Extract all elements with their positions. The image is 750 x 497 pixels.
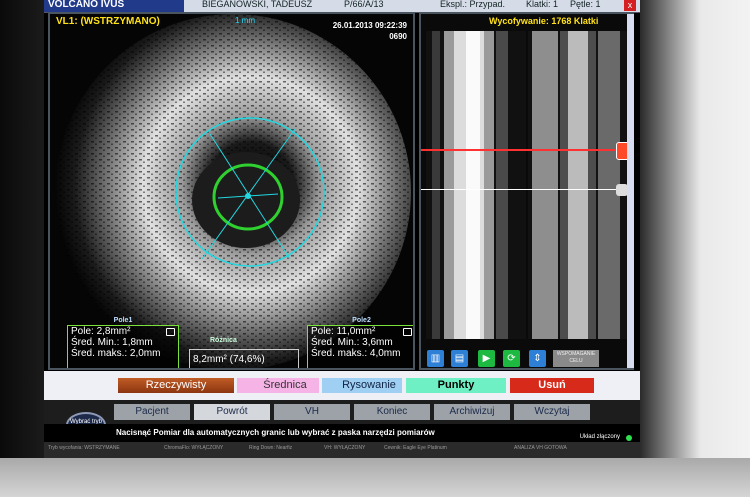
connection-status: Układ złączony (579, 434, 620, 440)
difference-header: Różnica (210, 337, 237, 344)
tab-wczytaj[interactable]: Wczytaj (514, 404, 590, 420)
message-bar: Nacisnąć Pomiar dla automatycznych grani… (44, 424, 640, 442)
pullback-frames-label: Wycofywanie: 1768 Klatki (489, 16, 599, 26)
pullback-position-line[interactable] (421, 149, 621, 151)
brand-logo: VOLCANO IVUS (44, 0, 184, 12)
pole1-max-diameter: Śred. maks.: 2,0mm (71, 348, 161, 359)
monitor-bezel-right (640, 0, 750, 497)
pole2-box[interactable]: Pole2 Pole: 11,0mm² Śred. Min.: 3,6mm Śr… (307, 317, 413, 368)
ivus-screen: VOLCANO IVUS BIEGANOWSKI, TADEUSZ P/66/A… (44, 0, 640, 458)
pole2-area: Pole: 11,0mm² (311, 326, 376, 337)
patient-name: BIEGANOWSKI, TADEUSZ (202, 0, 313, 9)
tab-koniec[interactable]: Koniec (354, 404, 430, 420)
ivus-title: VL1: (WSTRZYMANO) (56, 16, 160, 27)
footer-item: Cewnik: Eagle Eye Platinum (384, 445, 447, 451)
measure-toolbar: Rzeczywisty Średnica Rysowanie Punkty Us… (44, 371, 640, 400)
lock-icon[interactable] (403, 328, 412, 336)
footer-item: ANALIZA VH GOTOWA (514, 445, 567, 451)
status-footer: Tryb wycofania: WSTRZYMANE ChromaFlo: WY… (44, 442, 640, 458)
delete-tool[interactable]: Usuń (510, 378, 594, 393)
tab-powrot[interactable]: Powrót (194, 404, 270, 420)
status-indicator-icon (626, 435, 632, 441)
open-book-icon[interactable]: ▤ (451, 350, 468, 367)
drawing-tool[interactable]: Rysowanie (322, 378, 402, 393)
book-icon[interactable]: ▥ (427, 350, 444, 367)
real-size-tool[interactable]: Rzeczywisty (118, 378, 234, 393)
target-assist-button[interactable]: WSPOMAGANIE CELU (553, 350, 599, 367)
pole1-min-diameter: Śred. Min.: 1,8mm (71, 337, 153, 348)
loop-icon[interactable]: ⟳ (503, 350, 520, 367)
scale-label: 1 mm (235, 16, 255, 25)
monitor-bezel-left (0, 0, 44, 497)
pole2-min-diameter: Śred. Min.: 3,6mm (311, 337, 393, 348)
footer-item: Tryb wycofania: WSTRZYMANE (48, 445, 120, 451)
play-icon[interactable]: ▶ (478, 350, 495, 367)
range-icon[interactable]: ⇕ (529, 350, 546, 367)
main-tabs: Pacjent Powrót VH Koniec Archiwizuj Wczy… (44, 400, 640, 424)
center-marker (245, 193, 251, 199)
pole1-header: Pole1 (113, 317, 133, 324)
longitudinal-scan-2[interactable] (528, 31, 628, 339)
pole1-box[interactable]: Pole1 Pole: 2,8mm² Śred. Min.: 1,8mm Śre… (67, 317, 179, 368)
monitor-bezel-bottom (0, 458, 750, 497)
difference-value: 8,2mm² (74,6%) (189, 349, 299, 368)
acquisition-datetime: 26.01.2013 09:22:39 (332, 21, 407, 30)
pole2-max-diameter: Śred. maks.: 4,0mm (311, 348, 401, 359)
close-button[interactable]: x (624, 0, 636, 11)
tab-vh[interactable]: VH (274, 404, 350, 420)
footer-item: Ring Down: Nearfiz (249, 445, 293, 451)
explorer-label[interactable]: Ekspl.: Przypad. (440, 0, 505, 9)
tab-pacjent[interactable]: Pacjent (114, 404, 190, 420)
pole2-header: Pole2 (352, 317, 371, 324)
diameter-tool[interactable]: Średnica (237, 378, 319, 393)
pole1-area: Pole: 2,8mm² (71, 326, 131, 337)
lock-icon[interactable] (166, 328, 175, 336)
footer-item: VH: WYŁĄCZONY (324, 445, 366, 451)
frame-number: 0690 (389, 32, 407, 41)
frames-count: Klatki: 1 (526, 0, 559, 9)
footer-item: ChromaFlo: WYŁĄCZONY (164, 445, 224, 451)
filled-count: Pętle: 1 (570, 0, 601, 9)
instruction-text: Nacisnąć Pomiar dla automatycznych grani… (116, 428, 435, 437)
longitudinal-scan-1[interactable] (426, 31, 526, 339)
record-id: P/66/A/13 (344, 0, 384, 9)
reference-line[interactable] (421, 189, 621, 190)
longitudinal-view-panel[interactable]: Wycofywanie: 1768 Klatki ▥ ▤ ▶ ⟳ ⇕ WSPOM… (419, 12, 634, 370)
longitudinal-scrollbar[interactable] (627, 14, 634, 368)
tab-archiwizuj[interactable]: Archiwizuj (434, 404, 510, 420)
ivus-cross-section-panel[interactable]: VL1: (WSTRZYMANO) 1 mm 26.01.2013 09:22:… (48, 12, 415, 370)
points-tool[interactable]: Punkty (406, 378, 506, 393)
